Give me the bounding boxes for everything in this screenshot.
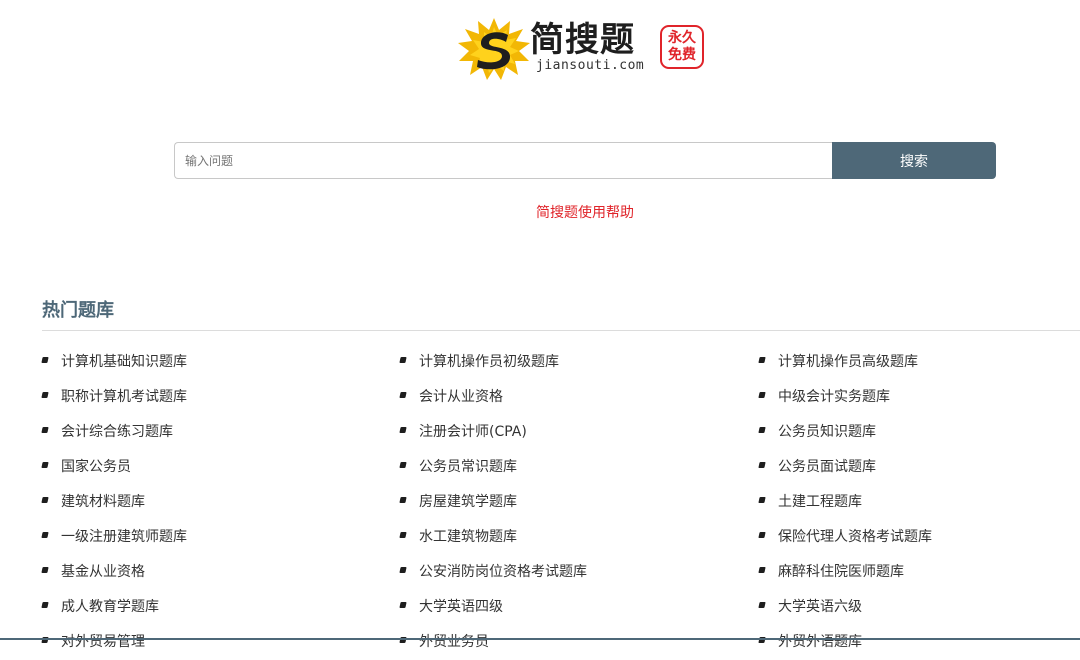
bank-item[interactable]: 计算机基础知识题库 — [41, 345, 187, 380]
bullet-icon — [399, 427, 407, 433]
bank-item[interactable]: 公务员面试题库 — [758, 450, 876, 485]
bank-item-label: 保险代理人资格考试题库 — [778, 529, 932, 545]
bank-item-label: 中级会计实务题库 — [778, 389, 890, 405]
bank-item-label: 会计从业资格 — [419, 389, 503, 405]
bank-item-label: 计算机基础知识题库 — [61, 354, 187, 370]
bank-item-label: 土建工程题库 — [778, 494, 862, 510]
bank-item-label: 职称计算机考试题库 — [61, 389, 187, 405]
bullet-icon — [41, 602, 49, 608]
bank-item-label: 国家公务员 — [61, 459, 131, 475]
bank-item-label: 注册会计师(CPA) — [419, 424, 527, 440]
section-divider — [42, 330, 1080, 331]
bank-item-label: 一级注册建筑师题库 — [61, 529, 187, 545]
bullet-icon — [41, 427, 49, 433]
bullet-icon — [399, 567, 407, 573]
bank-item[interactable]: 保险代理人资格考试题库 — [758, 520, 932, 555]
bank-item[interactable]: 大学英语六级 — [758, 590, 862, 625]
bank-item[interactable]: 一级注册建筑师题库 — [41, 520, 187, 555]
bank-item-label: 成人教育学题库 — [61, 599, 159, 615]
bank-item[interactable]: 外贸外语题库 — [758, 625, 862, 660]
bullet-icon — [758, 462, 766, 468]
bank-item[interactable]: 外贸业务员 — [399, 625, 489, 660]
bullet-icon — [399, 532, 407, 538]
bank-item[interactable]: 会计从业资格 — [399, 380, 503, 415]
bank-item-label: 麻醉科住院医师题库 — [778, 564, 904, 580]
bullet-icon — [399, 392, 407, 398]
bank-item[interactable]: 水工建筑物题库 — [399, 520, 517, 555]
bullet-icon — [399, 497, 407, 503]
bank-item-label: 外贸业务员 — [419, 634, 489, 650]
bank-item[interactable]: 麻醉科住院医师题库 — [758, 555, 904, 590]
logo-domain: jiansouti.com — [536, 58, 645, 73]
bullet-icon — [41, 357, 49, 363]
bank-item[interactable]: 建筑材料题库 — [41, 485, 145, 520]
bank-item[interactable]: 国家公务员 — [41, 450, 131, 485]
bank-item-label: 建筑材料题库 — [61, 494, 145, 510]
bank-item-label: 基金从业资格 — [61, 564, 145, 580]
search-input[interactable] — [174, 142, 832, 179]
free-badge-line1: 永久 — [668, 30, 696, 46]
bank-item[interactable]: 会计综合练习题库 — [41, 415, 173, 450]
bullet-icon — [758, 567, 766, 573]
search-form: 搜索 — [174, 142, 996, 179]
bank-item-label: 外贸外语题库 — [778, 634, 862, 650]
bank-item[interactable]: 基金从业资格 — [41, 555, 145, 590]
bank-item-label: 公务员常识题库 — [419, 459, 517, 475]
bullet-icon — [758, 602, 766, 608]
free-badge-line2: 免费 — [668, 47, 696, 63]
bank-item-label: 公安消防岗位资格考试题库 — [419, 564, 587, 580]
bank-item-label: 公务员面试题库 — [778, 459, 876, 475]
bullet-icon — [41, 567, 49, 573]
bullet-icon — [758, 357, 766, 363]
bank-item[interactable]: 大学英语四级 — [399, 590, 503, 625]
bank-item-label: 公务员知识题库 — [778, 424, 876, 440]
bullet-icon — [758, 392, 766, 398]
bank-item[interactable]: 公务员知识题库 — [758, 415, 876, 450]
bank-item-label: 计算机操作员高级题库 — [778, 354, 918, 370]
bullet-icon — [41, 532, 49, 538]
bullet-icon — [758, 427, 766, 433]
bullet-icon — [399, 462, 407, 468]
bank-item[interactable]: 计算机操作员高级题库 — [758, 345, 918, 380]
bank-item[interactable]: 职称计算机考试题库 — [41, 380, 187, 415]
bank-item[interactable]: 注册会计师(CPA) — [399, 415, 527, 450]
help-link[interactable]: 简搜题使用帮助 — [0, 202, 1080, 222]
bank-item[interactable]: 房屋建筑学题库 — [399, 485, 517, 520]
search-button[interactable]: 搜索 — [832, 142, 996, 179]
bank-item[interactable]: 公务员常识题库 — [399, 450, 517, 485]
bullet-icon — [41, 462, 49, 468]
bank-item[interactable]: 土建工程题库 — [758, 485, 862, 520]
bank-item[interactable]: 对外贸易管理 — [41, 625, 145, 660]
bank-item[interactable]: 计算机操作员初级题库 — [399, 345, 559, 380]
bank-item-label: 对外贸易管理 — [61, 634, 145, 650]
free-badge: 永久 免费 — [660, 25, 704, 69]
bank-item-label: 会计综合练习题库 — [61, 424, 173, 440]
logo-s-burst-icon — [458, 18, 530, 80]
bullet-icon — [399, 357, 407, 363]
bank-item-label: 计算机操作员初级题库 — [419, 354, 559, 370]
bullet-icon — [399, 602, 407, 608]
bank-item-label: 大学英语六级 — [778, 599, 862, 615]
bank-item[interactable]: 公安消防岗位资格考试题库 — [399, 555, 587, 590]
bank-item-label: 水工建筑物题库 — [419, 529, 517, 545]
bullet-icon — [758, 532, 766, 538]
bullet-icon — [41, 497, 49, 503]
hot-banks-title: 热门题库 — [42, 300, 114, 321]
bullet-icon — [758, 497, 766, 503]
site-logo[interactable]: 简搜题 jiansouti.com 永久 免费 — [458, 18, 710, 80]
bank-item-label: 大学英语四级 — [419, 599, 503, 615]
bank-item[interactable]: 中级会计实务题库 — [758, 380, 890, 415]
logo-title: 简搜题 — [530, 20, 635, 60]
bank-item-label: 房屋建筑学题库 — [419, 494, 517, 510]
bank-item[interactable]: 成人教育学题库 — [41, 590, 159, 625]
bullet-icon — [41, 392, 49, 398]
